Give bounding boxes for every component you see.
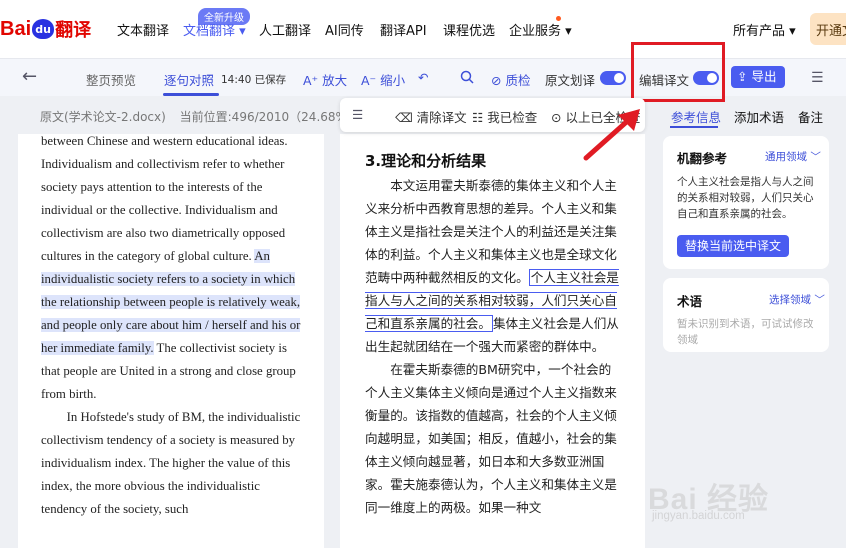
term-card-title: 术语 xyxy=(677,294,703,309)
source-paragraph: In Hofstede's study of BM, the individua… xyxy=(41,406,309,521)
clear-translation-label: 清除译文 xyxy=(416,110,467,125)
nav-item-doc-translate[interactable]: 文档翻译 ▾ xyxy=(183,20,246,39)
translation-sentence[interactable]: 在霍夫斯泰德的BM研究中，一个社会的个人主义集体主义倾向是通过个人主义指数来衡量… xyxy=(365,362,617,515)
nav-item-human-translate[interactable]: 人工翻译 xyxy=(259,20,311,39)
checklist-icon: ☷ xyxy=(472,110,488,125)
logo-text-bai: Bai xyxy=(0,17,32,40)
tab-reference-info[interactable]: 参考信息 xyxy=(671,107,721,126)
check-circle-icon: ⊘ xyxy=(491,73,506,88)
translation-text[interactable]: 本文运用霍夫斯泰德的集体主义和个人主义来分析中西教育思想的差异。个人主义和集体主… xyxy=(365,174,619,519)
zoom-in-button[interactable]: A⁺ 放大 xyxy=(303,70,347,89)
mt-reference-text: 个人主义社会是指人与人之间的关系相对较弱，人们只关心自己和直系亲属的社会。 xyxy=(677,176,814,220)
nav-item-translate-api[interactable]: 翻译API xyxy=(380,20,427,39)
list-indent-icon[interactable]: ☰ xyxy=(352,107,363,122)
logo-text-fanyi: 翻译 xyxy=(55,20,92,41)
source-select-translate-toggle[interactable] xyxy=(600,71,626,85)
current-position: 当前位置:496/2010（24.68% xyxy=(179,110,347,124)
document-info: 原文(学术论文-2.docx) 当前位置:496/2010（24.68% xyxy=(40,108,347,125)
tab-page-preview[interactable]: 整页预览 xyxy=(86,70,136,89)
all-products-menu[interactable]: 所有产品 ▾ xyxy=(733,20,796,39)
highlighted-source-sentence[interactable]: An individualistic society refers to a s… xyxy=(41,249,301,355)
quality-check-button[interactable]: ⊘ 质检 xyxy=(491,70,530,89)
export-button[interactable]: ⇪ 导出 xyxy=(731,66,785,88)
nav-item-enterprise[interactable]: 企业服务 ▾ xyxy=(509,20,572,39)
source-paragraph: between Chinese and western educational … xyxy=(41,134,309,406)
translation-paragraph: 在霍夫斯泰德的BM研究中，一个社会的个人主义集体主义倾向是通过个人主义指数来衡量… xyxy=(365,358,619,519)
source-sentence[interactable]: between Chinese and western educational … xyxy=(41,134,288,263)
mark-checked-label: 我已检查 xyxy=(487,110,538,125)
terminology-card: 术语 选择领域 ﹀ 暂未识别到术语，可试试修改领域 xyxy=(663,278,829,352)
highlight-annotation-box xyxy=(631,42,725,102)
nav-item-text-translate[interactable]: 文本翻译 xyxy=(117,20,169,39)
red-arrow-annotation xyxy=(583,109,640,161)
baidu-translate-logo[interactable]: Bai du 翻译 xyxy=(0,14,91,44)
zoom-out-label: 缩小 xyxy=(380,73,406,88)
zoom-out-button[interactable]: A⁻ 缩小 xyxy=(361,70,405,89)
replace-selection-button[interactable]: 替换当前选中译文 xyxy=(677,235,789,257)
document-filename: 原文(学术论文-2.docx) xyxy=(40,110,166,124)
export-icon: ⇪ xyxy=(737,69,752,84)
tab-sentence-compare[interactable]: 逐句对照 xyxy=(164,70,214,89)
active-tab-indicator xyxy=(163,93,219,96)
baidu-jingyan-watermark: Bai 经验 jingyan.baidu.com xyxy=(648,474,769,522)
machine-translation-card: 机翻参考 通用领域 ﹀ 个人主义社会是指人与人之间的关系相对较弱，人们只关心自己… xyxy=(663,136,829,269)
source-select-translate-label: 原文划译 xyxy=(545,73,596,88)
term-domain-select[interactable]: 选择领域 ﹀ xyxy=(769,292,825,307)
open-trial-button[interactable]: 开通文 xyxy=(810,13,846,45)
term-empty-message: 暂未识别到术语，可试试修改领域 xyxy=(677,318,814,346)
zoom-in-label: 放大 xyxy=(322,73,348,88)
source-sentence[interactable]: In Hofstede's study of BM, the individua… xyxy=(41,410,300,516)
quality-check-label: 质检 xyxy=(505,73,531,88)
tab-add-term[interactable]: 添加术语 xyxy=(734,107,784,126)
baidu-paw-icon: du xyxy=(32,19,55,39)
mt-card-title: 机翻参考 xyxy=(677,151,728,166)
zoom-out-icon: A⁻ xyxy=(361,73,381,88)
back-arrow-icon[interactable]: ← xyxy=(22,66,37,87)
mark-checked-button[interactable]: ☷ 我已检查 xyxy=(472,107,537,126)
tab-notes[interactable]: 备注 xyxy=(798,107,823,126)
mt-domain-select[interactable]: 通用领域 ﹀ xyxy=(765,149,821,164)
save-status: 14:40 已保存 xyxy=(221,74,287,86)
translation-panel: 3.理论和分析结果 本文运用霍夫斯泰德的集体主义和个人主义来分析中西教育思想的差… xyxy=(340,134,645,548)
menu-lines-icon[interactable]: ☰ xyxy=(811,70,824,86)
watermark-url: jingyan.baidu.com xyxy=(652,510,745,522)
check-circle-icon: ⊙ xyxy=(551,110,566,125)
section-heading: 3.理论和分析结果 xyxy=(365,152,487,170)
clear-translation-button[interactable]: ⌫ 清除译文 xyxy=(395,107,467,126)
notification-dot xyxy=(556,16,561,21)
translation-paragraph: 本文运用霍夫斯泰德的集体主义和个人主义来分析中西教育思想的差异。个人主义和集体主… xyxy=(365,174,619,358)
eraser-icon: ⌫ xyxy=(395,110,417,125)
search-icon[interactable] xyxy=(460,70,474,84)
undo-icon[interactable]: ↶ xyxy=(418,70,428,85)
active-tab-indicator xyxy=(670,126,718,128)
export-label: 导出 xyxy=(751,69,777,84)
source-text-panel: between Chinese and western educational … xyxy=(18,134,324,548)
source-text[interactable]: between Chinese and western educational … xyxy=(41,134,309,521)
nav-item-courses[interactable]: 课程优选 xyxy=(443,20,495,39)
zoom-in-icon: A⁺ xyxy=(303,73,323,88)
nav-item-ai-interpret[interactable]: AI同传 xyxy=(325,20,364,39)
